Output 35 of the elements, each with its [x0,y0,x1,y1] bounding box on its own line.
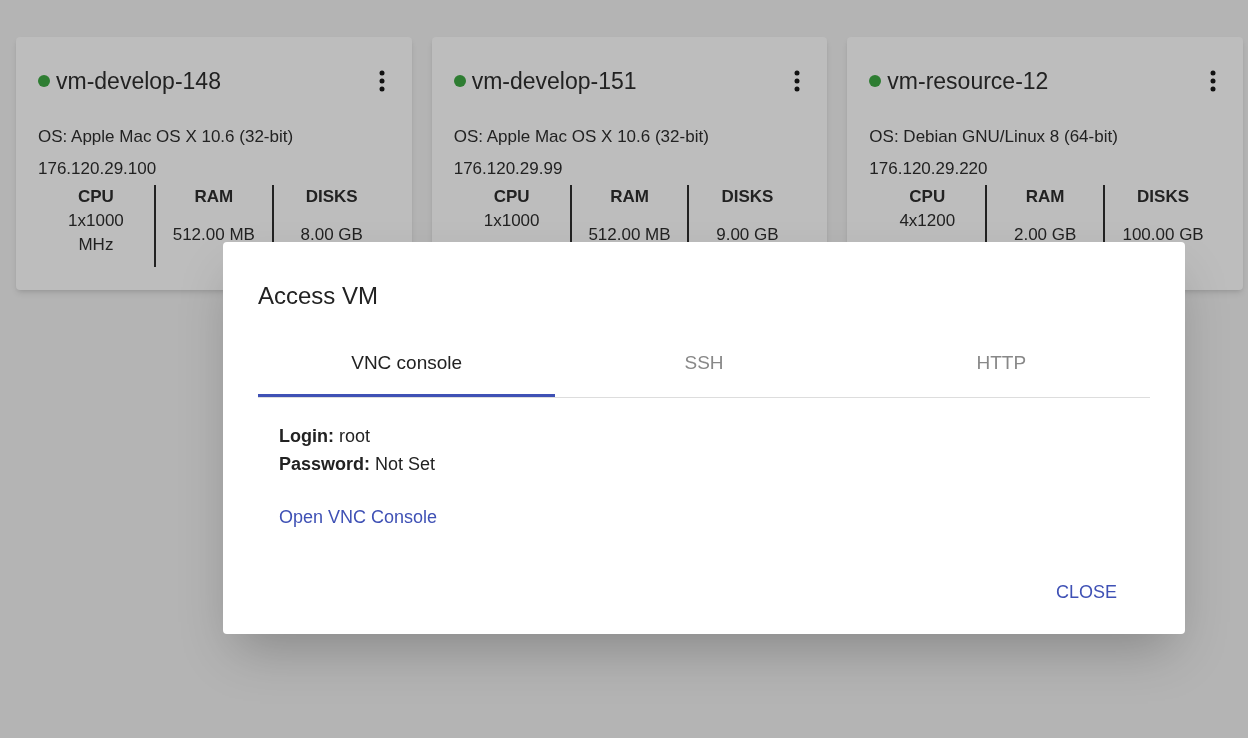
tab[interactable]: VNC console [258,338,556,397]
open-console-link[interactable]: Open VNC Console [279,504,438,531]
spec-value: 2.00 GB [1013,224,1078,246]
spec-label: CPU [909,186,946,208]
dialog-title: Access VM [258,282,380,310]
os-text: OS: Debian GNU/Linux 8 (64-bit) [869,126,1119,148]
spec-label: RAM [1025,186,1065,208]
spec-label: CPU [493,186,530,208]
spec-label: RAM [194,186,234,208]
spec-value: 9.00 GB [715,224,780,246]
ip-address: 176.120.29.100 [38,158,158,180]
spec-value: 100.00 GB [1121,224,1205,246]
ip-address: 176.120.29.99 [453,158,564,180]
credential-text: Password: Not Set [279,453,437,476]
os-text: OS: Apple Mac OS X 10.6 (32-bit) [453,126,710,148]
spec-value: 1x1000 [482,210,541,232]
spec-label: CPU [78,186,114,208]
spec-value: 1x1000 MHz [67,210,125,256]
tab[interactable]: HTTP [852,338,1150,397]
spec-value: 512.00 MB [171,224,256,246]
vm-name: vm-resource-12 [887,67,1049,95]
os-text: OS: Apple Mac OS X 10.6 (32-bit) [38,126,295,148]
spec-value: 512.00 MB [587,224,672,246]
vm-name: vm-develop-148 [56,67,221,95]
vm-name: vm-develop-151 [471,67,637,95]
close-button[interactable]: CLOSE [1047,575,1125,610]
spec-value: 8.00 GB [299,224,364,246]
spec-label: RAM [610,186,649,208]
credential-text: Login: root [279,425,372,448]
spec-label: DISKS [1137,186,1190,208]
tab[interactable]: SSH [555,338,853,397]
spec-label: DISKS [721,186,774,208]
ip-address: 176.120.29.220 [869,158,989,180]
spec-value: 4x1200 [898,210,957,232]
spec-label: DISKS [305,186,358,208]
